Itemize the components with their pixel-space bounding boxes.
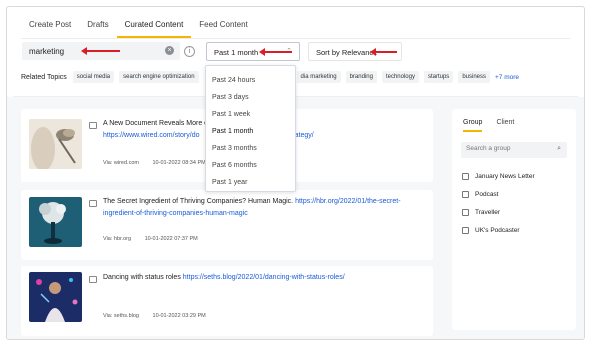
topic-chip[interactable]: technology [381, 71, 419, 83]
date-option[interactable]: Past 3 months [206, 140, 295, 157]
group-search-box: ⌕ [461, 142, 567, 158]
date-option[interactable]: Past 3 days [206, 89, 295, 106]
article-title: Dancing with status roles https://seths.… [103, 274, 345, 281]
date-option[interactable]: Past 1 week [206, 106, 295, 123]
date-option[interactable]: Past 24 hours [206, 72, 295, 89]
sort-value: Sort by Relevance [316, 48, 378, 57]
search-icon[interactable]: ⌕ [557, 145, 561, 153]
article-link[interactable]: https://seths.blog/2022/01/dancing-with-… [183, 274, 345, 281]
group-panel: Group Client ⌕ January News Letter Podca… [452, 109, 576, 330]
article-source: Via: hbr.org [103, 236, 132, 242]
article-source: Via: wired.com [103, 160, 139, 166]
top-tabs: Create Post Drafts Curated Content Feed … [21, 16, 256, 38]
checkbox[interactable] [462, 227, 469, 234]
tab-curated-content[interactable]: Curated Content [116, 16, 192, 38]
date-range-dropdown: Past 24 hours Past 3 days Past 1 week Pa… [205, 65, 296, 192]
date-option-selected[interactable]: Past 1 month [206, 123, 295, 140]
tab-create-post[interactable]: Create Post [21, 16, 79, 38]
article-date: 10-01-2022 03:29 PM [152, 313, 206, 319]
date-option[interactable]: Past 6 months [206, 157, 295, 174]
date-range-value: Past 1 month [214, 48, 259, 57]
group-label: Traveller [475, 209, 501, 216]
group-item[interactable]: Podcast [462, 191, 499, 198]
topic-chip[interactable]: business [458, 71, 490, 83]
article-meta: Via: hbr.org 10-01-2022 07:37 PM [103, 236, 210, 242]
topic-chip[interactable]: branding [345, 71, 377, 83]
topic-chip[interactable]: startups [423, 71, 454, 83]
article-source: Via: seths.blog [103, 313, 139, 319]
group-tabs: Group Client [463, 119, 528, 132]
article-meta: Via: wired.com 10-01-2022 08:34 PM [103, 160, 218, 166]
group-item[interactable]: Traveller [462, 209, 500, 216]
group-search-input[interactable] [466, 145, 546, 152]
article-meta: Via: seths.blog 10-01-2022 03:29 PM [103, 313, 218, 319]
article-link[interactable]: https://hbr.org/2022/01/the-secret- [295, 198, 400, 205]
more-topics-link[interactable]: +7 more [495, 74, 519, 81]
article-card[interactable]: The Secret Ingredient of Thriving Compan… [21, 190, 433, 260]
comment-icon[interactable] [89, 200, 97, 207]
info-icon[interactable]: i [184, 46, 195, 57]
article-thumbnail [29, 119, 82, 169]
article-card[interactable]: Dancing with status roles https://seths.… [21, 266, 433, 336]
checkbox[interactable] [462, 209, 469, 216]
checkbox[interactable] [462, 173, 469, 180]
app-window: Create Post Drafts Curated Content Feed … [6, 6, 585, 340]
annotation-arrow [259, 48, 292, 56]
topic-chip[interactable]: social media [72, 71, 115, 83]
tab-group[interactable]: Group [463, 119, 483, 132]
article-date: 10-01-2022 08:34 PM [152, 160, 206, 166]
group-item[interactable]: UK's Podcaster [462, 227, 520, 234]
article-link[interactable]: https://www.wired.com/story/do [103, 132, 199, 139]
tab-feed-content[interactable]: Feed Content [191, 16, 255, 38]
tab-client[interactable]: Client [496, 119, 514, 132]
comment-icon[interactable] [89, 276, 97, 283]
group-label: January News Letter [475, 173, 535, 180]
clear-icon[interactable]: × [165, 46, 174, 55]
checkbox[interactable] [462, 191, 469, 198]
topic-chip[interactable]: dia marketing [296, 71, 341, 83]
related-topics-label: Related Topics [21, 73, 67, 81]
annotation-arrow [370, 48, 397, 56]
topic-chip[interactable]: search engine optimization [119, 71, 199, 83]
article-title: The Secret Ingredient of Thriving Compan… [103, 198, 401, 217]
tabs-divider [21, 38, 570, 39]
group-item[interactable]: January News Letter [462, 173, 535, 180]
article-thumbnail [29, 197, 82, 247]
group-label: Podcast [475, 191, 499, 198]
article-date: 10-01-2022 07:37 PM [144, 236, 198, 242]
tab-drafts[interactable]: Drafts [79, 16, 116, 38]
group-label: UK's Podcaster [475, 227, 520, 234]
annotation-arrow [81, 47, 120, 55]
comment-icon[interactable] [89, 122, 97, 129]
article-thumbnail [29, 272, 82, 322]
date-option[interactable]: Past 1 year [206, 174, 295, 191]
